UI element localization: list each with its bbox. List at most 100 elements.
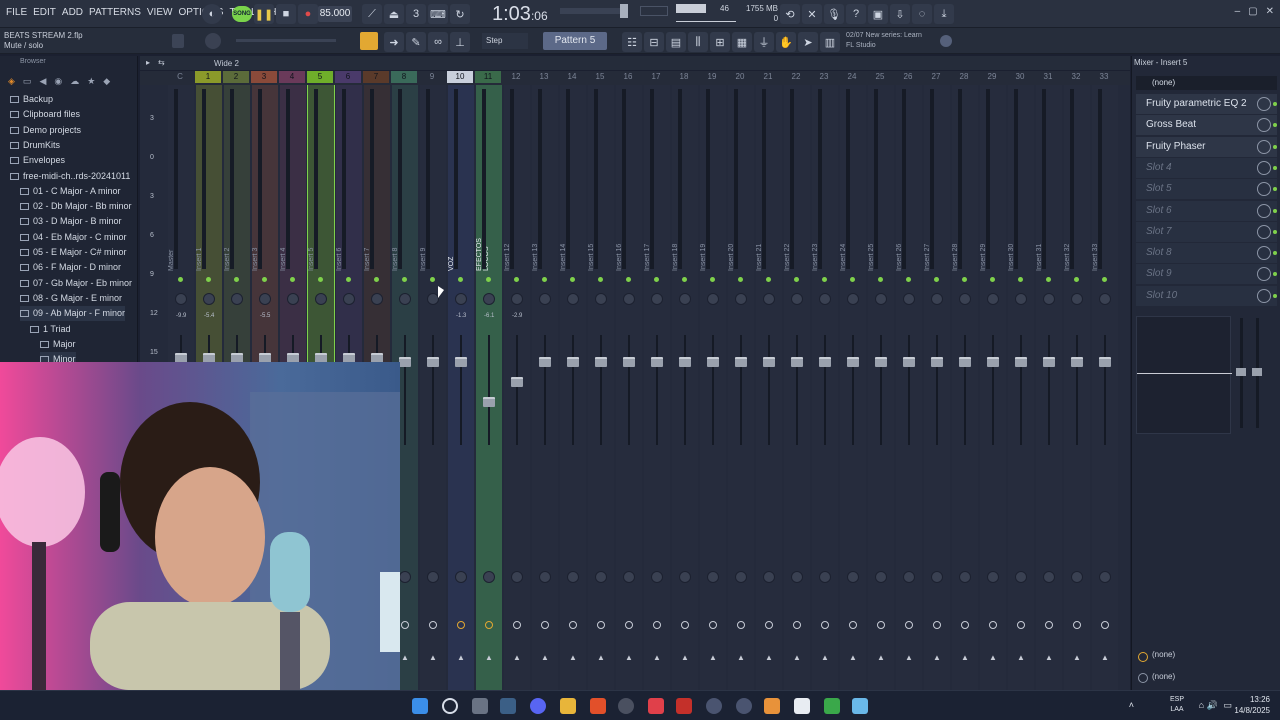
slot-mix-knob[interactable] bbox=[1257, 267, 1271, 282]
mute-led-icon[interactable] bbox=[850, 277, 855, 282]
track-number[interactable]: 25 bbox=[867, 71, 893, 83]
pan-knob[interactable] bbox=[175, 293, 187, 305]
track-number[interactable]: 28 bbox=[951, 71, 977, 83]
slot-mix-knob[interactable] bbox=[1257, 203, 1271, 218]
mixer-strip[interactable]: Insert 21 ▲ bbox=[756, 85, 782, 690]
route-icon[interactable] bbox=[569, 621, 577, 629]
effect-slot[interactable]: Slot 9 bbox=[1136, 264, 1277, 285]
pan-knob[interactable] bbox=[539, 293, 551, 305]
pan-knob[interactable] bbox=[1071, 293, 1083, 305]
news-panel[interactable]: 02/07 New series: Learn FL Studio bbox=[846, 31, 922, 51]
pan-knob[interactable] bbox=[455, 293, 467, 305]
volume-fader[interactable] bbox=[651, 357, 663, 367]
browser-tag-icon[interactable]: ◆ bbox=[103, 76, 110, 90]
browser-item[interactable]: Envelopes bbox=[10, 153, 65, 168]
minimize-icon[interactable]: – bbox=[1235, 6, 1241, 17]
slot-enable-led-icon[interactable] bbox=[1273, 229, 1277, 234]
volume-fader[interactable] bbox=[1015, 357, 1027, 367]
track-number[interactable]: 17 bbox=[643, 71, 669, 83]
route-icon[interactable] bbox=[401, 621, 409, 629]
stereo-knob[interactable] bbox=[427, 571, 439, 583]
mute-led-icon[interactable] bbox=[626, 277, 631, 282]
send-arrow-icon[interactable]: ▲ bbox=[877, 653, 885, 662]
slot-mix-knob[interactable] bbox=[1257, 139, 1271, 154]
volume-fader[interactable] bbox=[399, 357, 411, 367]
route-icon[interactable] bbox=[765, 621, 773, 629]
route-icon[interactable] bbox=[849, 621, 857, 629]
send-arrow-icon[interactable]: ▲ bbox=[737, 653, 745, 662]
input-selector[interactable]: (none) bbox=[1136, 76, 1277, 90]
output-a-label[interactable]: (none) bbox=[1152, 650, 1175, 659]
stereo-knob[interactable] bbox=[483, 571, 495, 583]
route-icon[interactable] bbox=[1073, 621, 1081, 629]
route-icon[interactable] bbox=[429, 621, 437, 629]
step-edit-icon[interactable]: ⌨ bbox=[428, 4, 448, 24]
mute-led-icon[interactable] bbox=[318, 277, 323, 282]
send-arrow-icon[interactable]: ▲ bbox=[849, 653, 857, 662]
mute-led-icon[interactable] bbox=[570, 277, 575, 282]
send-arrow-icon[interactable]: ▲ bbox=[1101, 653, 1109, 662]
mixer-strip[interactable]: Insert 9 ▲ bbox=[420, 85, 446, 690]
mixer-strip[interactable]: Insert 14 ▲ bbox=[560, 85, 586, 690]
insert-fader[interactable] bbox=[1236, 368, 1246, 376]
route-icon[interactable] bbox=[877, 621, 885, 629]
chrome-icon[interactable] bbox=[618, 698, 634, 714]
maximize-icon[interactable]: ▢ bbox=[1248, 6, 1257, 17]
effect-slot[interactable]: Slot 6 bbox=[1136, 200, 1277, 221]
send-arrow-icon[interactable]: ▲ bbox=[1017, 653, 1025, 662]
track-number[interactable]: 16 bbox=[615, 71, 641, 83]
stereo-knob[interactable] bbox=[1043, 571, 1055, 583]
volume-fader[interactable] bbox=[539, 357, 551, 367]
mute-led-icon[interactable] bbox=[402, 277, 407, 282]
app-tf-icon[interactable] bbox=[676, 698, 692, 714]
browser-item[interactable]: 06 - F Major - D minor bbox=[20, 260, 121, 275]
browser-icon[interactable]: ⊞ bbox=[710, 32, 730, 52]
slot-enable-led-icon[interactable] bbox=[1273, 293, 1277, 298]
mixer-menu-icon[interactable]: ⇆ bbox=[158, 58, 165, 67]
system-clock[interactable]: 13:26 14/8/2025 bbox=[1234, 694, 1270, 716]
app-white-icon[interactable] bbox=[794, 698, 810, 714]
effect-slot[interactable]: Slot 10 bbox=[1136, 285, 1277, 306]
track-number[interactable]: 30 bbox=[1007, 71, 1033, 83]
track-number[interactable]: 4 bbox=[279, 71, 305, 83]
track-number[interactable]: 3 bbox=[251, 71, 277, 83]
save-icon[interactable]: ▣ bbox=[868, 4, 888, 24]
mute-led-icon[interactable] bbox=[906, 277, 911, 282]
route-icon[interactable] bbox=[709, 621, 717, 629]
microphone-icon[interactable]: 🎙 bbox=[824, 4, 844, 24]
route-icon[interactable] bbox=[625, 621, 633, 629]
output-b-label[interactable]: (none) bbox=[1152, 672, 1175, 681]
slot-mix-knob[interactable] bbox=[1257, 160, 1271, 175]
route-icon[interactable] bbox=[989, 621, 997, 629]
browser-item[interactable]: free-midi-ch..rds-20241011 bbox=[10, 169, 130, 184]
pan-knob[interactable] bbox=[623, 293, 635, 305]
pan-knob[interactable] bbox=[819, 293, 831, 305]
send-arrow-icon[interactable]: ▲ bbox=[429, 653, 437, 662]
stereo-knob[interactable] bbox=[763, 571, 775, 583]
pan-knob[interactable] bbox=[987, 293, 999, 305]
effect-slot[interactable]: Slot 8 bbox=[1136, 243, 1277, 264]
volume-fader[interactable] bbox=[735, 357, 747, 367]
mute-led-icon[interactable] bbox=[542, 277, 547, 282]
browser-item[interactable]: 09 - Ab Major - F minor bbox=[20, 306, 126, 322]
stereo-knob[interactable] bbox=[931, 571, 943, 583]
track-number[interactable]: 33 bbox=[1091, 71, 1117, 83]
send-arrow-icon[interactable]: ▲ bbox=[597, 653, 605, 662]
track-number[interactable]: 19 bbox=[699, 71, 725, 83]
stereo-knob[interactable] bbox=[735, 571, 747, 583]
insert-pan[interactable] bbox=[1252, 368, 1262, 376]
send-arrow-icon[interactable]: ▲ bbox=[457, 653, 465, 662]
eq-preview[interactable] bbox=[1136, 316, 1232, 434]
route-icon[interactable] bbox=[681, 621, 689, 629]
volume-fader[interactable] bbox=[791, 357, 803, 367]
send-arrow-icon[interactable]: ▲ bbox=[401, 653, 409, 662]
menu-file[interactable]: FILE bbox=[6, 7, 27, 18]
discord-icon[interactable] bbox=[530, 698, 546, 714]
steam-icon[interactable] bbox=[500, 698, 516, 714]
countdown-icon[interactable]: 3 bbox=[406, 4, 426, 24]
app-green-icon[interactable] bbox=[824, 698, 840, 714]
volume-fader[interactable] bbox=[511, 377, 523, 387]
mute-led-icon[interactable] bbox=[262, 277, 267, 282]
send-arrow-icon[interactable]: ▲ bbox=[681, 653, 689, 662]
volume-fader[interactable] bbox=[595, 357, 607, 367]
